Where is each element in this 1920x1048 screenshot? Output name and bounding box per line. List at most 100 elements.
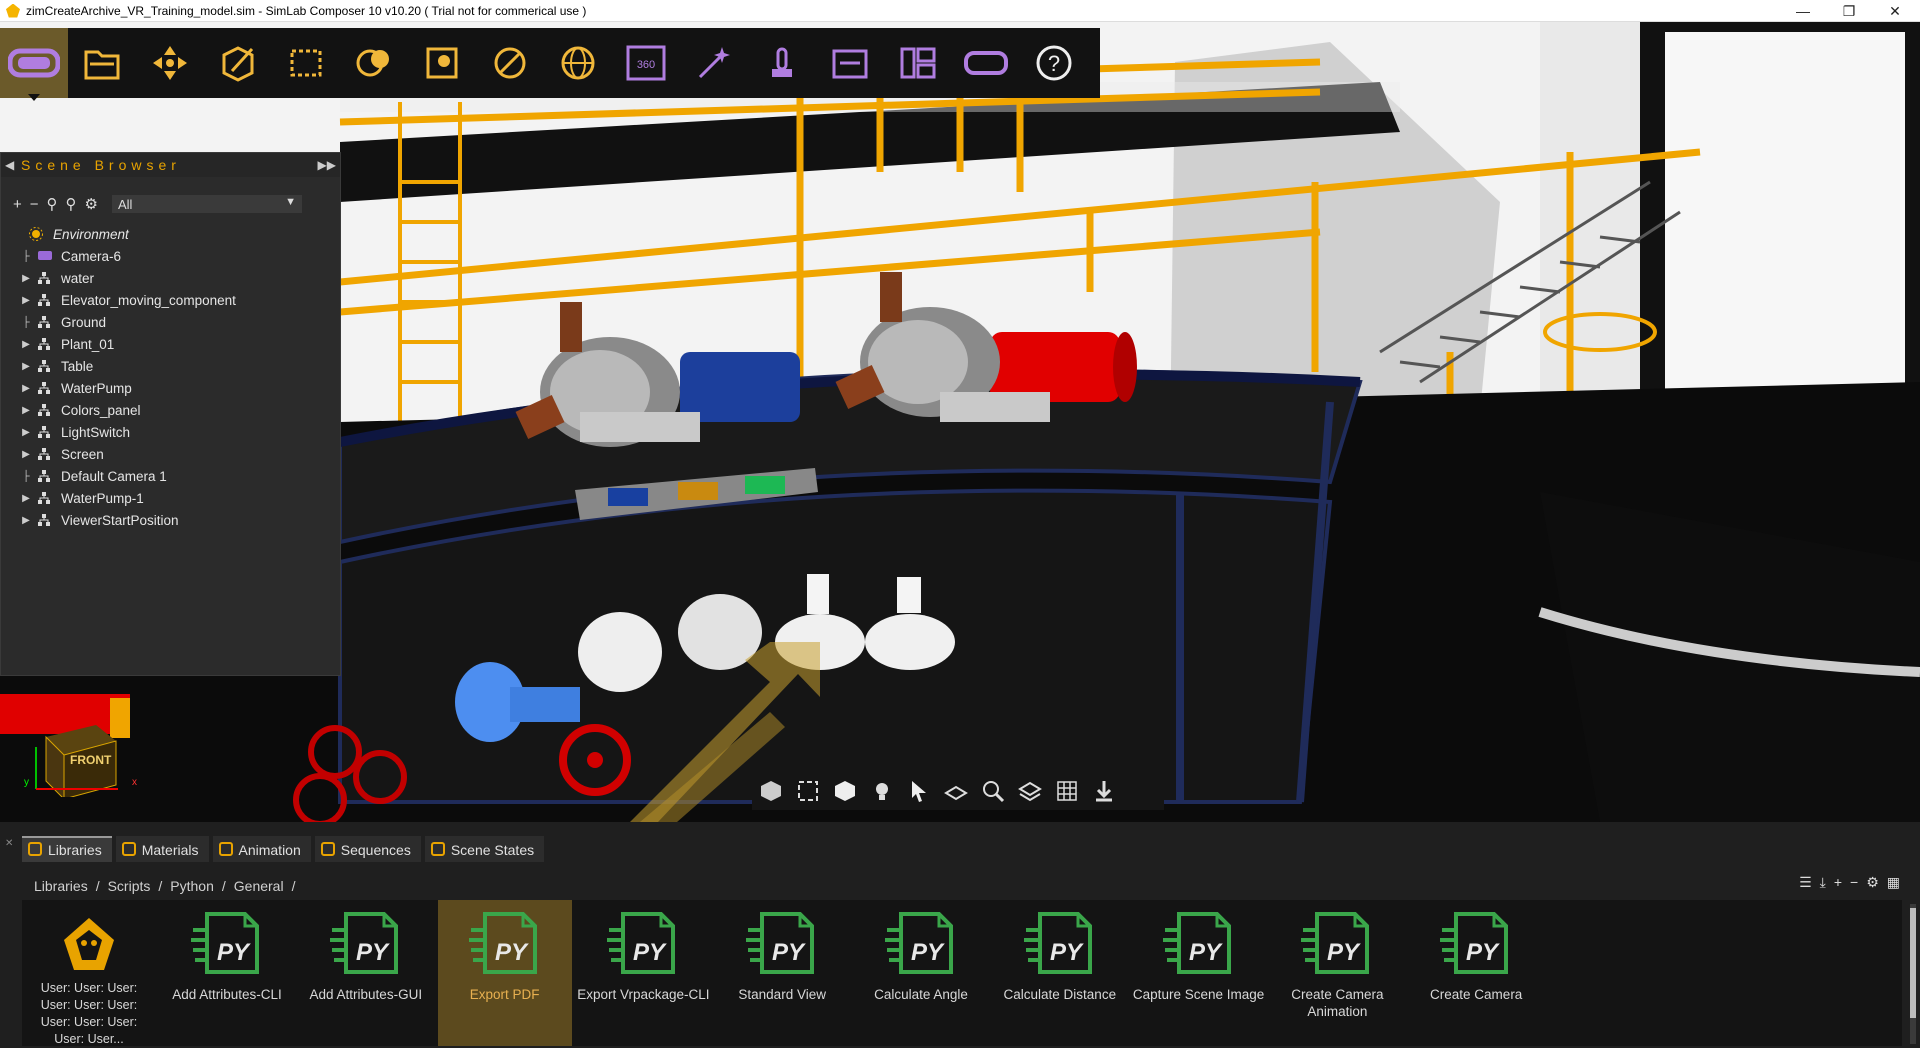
select-mode-button[interactable] [900, 773, 937, 809]
vr-headset-button[interactable] [0, 28, 68, 101]
expand-arrow-icon[interactable]: ▶ [19, 515, 33, 526]
library-item[interactable]: PY Calculate Angle [854, 900, 988, 1046]
expand-arrow-icon[interactable]: ▶ [19, 449, 33, 460]
add-icon[interactable]: + [13, 196, 22, 213]
vr-viewer-button[interactable] [952, 28, 1020, 98]
library-item[interactable]: PY Calculate Distance [993, 900, 1127, 1046]
hierarchy-filter-icon[interactable]: ⚙ [85, 195, 98, 213]
sequence-button[interactable] [816, 28, 884, 98]
collapse-left-icon[interactable]: ◀ [5, 158, 14, 172]
remove-item-icon[interactable]: − [1850, 874, 1858, 891]
tree-line-icon: ├ [22, 250, 30, 262]
add-item-icon[interactable]: + [1834, 874, 1842, 891]
transform-button[interactable] [136, 28, 204, 98]
edit-button[interactable] [204, 28, 272, 98]
remove-icon[interactable]: − [30, 196, 39, 213]
library-item[interactable]: PY Capture Scene Image [1132, 900, 1266, 1046]
shading-button[interactable] [826, 773, 863, 809]
tree-item[interactable]: ▶ Plant_01 [1, 333, 340, 355]
tree-item[interactable]: ▶ WaterPump [1, 377, 340, 399]
render-button[interactable] [408, 28, 476, 98]
interaction-button[interactable] [748, 28, 816, 98]
drop-to-floor-button[interactable] [1085, 773, 1122, 809]
minimize-icon[interactable]: — [1780, 0, 1826, 22]
breadcrumb-item[interactable]: Python [170, 878, 214, 894]
expand-arrow-icon[interactable]: ▶ [19, 273, 33, 284]
breadcrumb-item[interactable]: Libraries [34, 878, 88, 894]
tree-item[interactable]: ▶ Colors_panel [1, 399, 340, 421]
tab-animation[interactable]: Animation [212, 836, 311, 862]
inspect-button[interactable] [974, 773, 1011, 809]
library-item[interactable]: PY Add Attributes-CLI [160, 900, 294, 1046]
tab-sequences[interactable]: Sequences [314, 836, 421, 862]
library-item-label: Standard View [738, 987, 826, 1002]
tree-item[interactable]: ▶ Screen [1, 443, 340, 465]
tree-item[interactable]: ▶ LightSwitch [1, 421, 340, 443]
tag-icon[interactable]: ⚲ [47, 195, 58, 213]
tab-materials[interactable]: Materials [115, 836, 209, 862]
camera-icon [37, 249, 53, 263]
library-item-label: Create Camera Animation [1291, 987, 1384, 1019]
breadcrumb-item[interactable]: Scripts [108, 878, 151, 894]
tree-item[interactable]: Environment [1, 223, 340, 245]
search-icon[interactable]: ⚲ [66, 195, 77, 213]
settings-icon[interactable]: ⚙ [1866, 874, 1879, 891]
zoom-extents-button[interactable] [789, 773, 826, 809]
panel-pin-icon[interactable]: ✕ [5, 838, 13, 849]
tree-item[interactable]: ▶ Elevator_moving_component [1, 289, 340, 311]
tree-item-label: water [61, 270, 95, 286]
tree-item[interactable]: ▶ WaterPump-1 [1, 487, 340, 509]
library-item[interactable]: User: User: User: User: User: User: User… [22, 900, 156, 1046]
library-item[interactable]: PY Create Camera Animation [1270, 900, 1404, 1046]
maximize-icon[interactable]: ❐ [1826, 0, 1872, 22]
expand-arrow-icon[interactable]: ▶ [19, 493, 33, 504]
library-tabs: Libraries Materials Animation Sequences Scen… [22, 836, 545, 862]
list-view-icon[interactable]: ☰ [1799, 874, 1812, 891]
filter-dropdown[interactable]: All ▼ [111, 195, 302, 213]
layers-button[interactable] [1011, 773, 1048, 809]
tree-item[interactable]: ▶ water [1, 267, 340, 289]
expand-arrow-icon[interactable]: ▶ [19, 383, 33, 394]
tree-item[interactable]: ▶ Table [1, 355, 340, 377]
library-item[interactable]: PY Standard View [715, 900, 849, 1046]
view-cube-button[interactable] [752, 773, 789, 809]
vr360-button[interactable]: 360 [612, 28, 680, 98]
tree-item[interactable]: ├ Default Camera 1 [1, 465, 340, 487]
library-item[interactable]: PY Export Vrpackage-CLI [576, 900, 710, 1046]
section-button[interactable] [937, 773, 974, 809]
sequence-icon [832, 49, 868, 79]
expand-arrow-icon[interactable]: ▶ [19, 427, 33, 438]
expand-right-icon[interactable]: ▶▶ [318, 158, 336, 172]
expand-arrow-icon[interactable]: ▶ [19, 339, 33, 350]
help-button[interactable]: ? [1020, 28, 1088, 98]
scrollbar-thumb[interactable] [1910, 908, 1916, 1018]
tab-libraries[interactable]: Libraries [22, 836, 112, 862]
close-icon[interactable]: ✕ [1872, 0, 1918, 22]
tab-scene-states[interactable]: Scene States [424, 836, 545, 862]
materials-button[interactable] [340, 28, 408, 98]
grid-button[interactable] [1048, 773, 1085, 809]
light-button[interactable] [863, 773, 900, 809]
tree-item[interactable]: ├ Camera-6 [1, 245, 340, 267]
library-scrollbar[interactable] [1910, 904, 1916, 1044]
expand-arrow-icon[interactable]: ▶ [19, 295, 33, 306]
nav-cube[interactable]: FRONT y x [24, 707, 137, 801]
library-item[interactable]: PY Create Camera [1409, 900, 1543, 1046]
layout-button[interactable] [884, 28, 952, 98]
expand-arrow-icon[interactable]: ▶ [19, 361, 33, 372]
open-button[interactable] [68, 28, 136, 98]
effects-button[interactable] [680, 28, 748, 98]
library-item[interactable]: PY Export PDF [437, 900, 572, 1046]
lighting-button[interactable] [476, 28, 544, 98]
view-mode-icon[interactable]: ▦ [1887, 874, 1900, 891]
interaction-icon [772, 47, 792, 77]
globe-button[interactable] [544, 28, 612, 98]
select-button[interactable] [272, 28, 340, 98]
tree-item-label: Elevator_moving_component [61, 292, 236, 308]
import-icon[interactable]: ⤓ [1820, 874, 1826, 891]
breadcrumb-item[interactable]: General [234, 878, 284, 894]
tree-item[interactable]: ├ Ground [1, 311, 340, 333]
tree-item[interactable]: ▶ ViewerStartPosition [1, 509, 340, 531]
library-item[interactable]: PY Add Attributes-GUI [299, 900, 433, 1046]
expand-arrow-icon[interactable]: ▶ [19, 405, 33, 416]
